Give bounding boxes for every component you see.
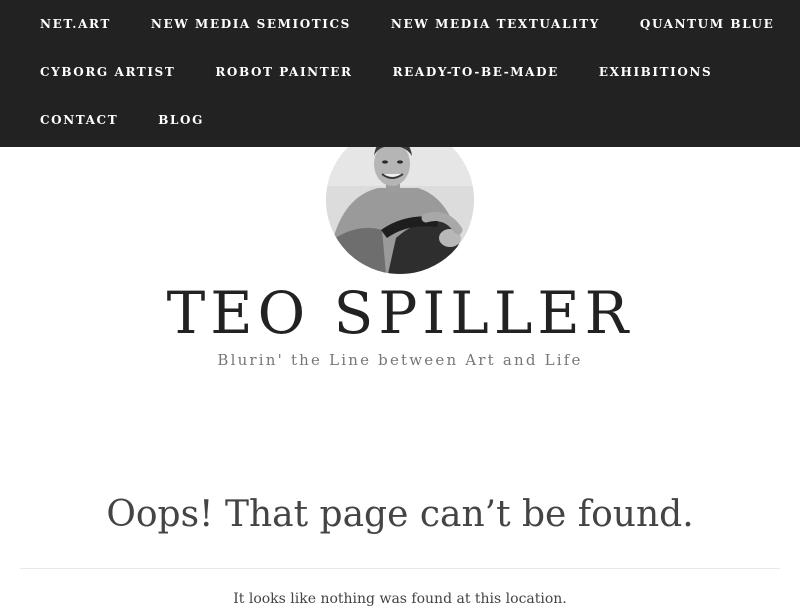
nav-item-quantum-blue[interactable]: QUANTUM BLUE: [620, 0, 794, 48]
error-message: It looks like nothing was found at this …: [233, 591, 567, 607]
nav-item-robot-painter[interactable]: ROBOT PAINTER: [195, 48, 372, 96]
nav-item-new-media-textuality[interactable]: NEW MEDIA TEXTUALITY: [371, 0, 620, 48]
avatar-portrait: [326, 126, 474, 274]
nav-item-exhibitions[interactable]: EXHIBITIONS: [579, 48, 732, 96]
nav-item-blog[interactable]: BLOG: [138, 96, 224, 144]
site-title[interactable]: TEO SPILLER: [0, 280, 800, 346]
nav-item-net-art[interactable]: NET.ART: [20, 0, 131, 48]
nav-item-cyborg-artist[interactable]: CYBORG ARTIST: [20, 48, 195, 96]
page-title: Oops! That page can’t be found.: [106, 494, 694, 535]
nav-menu: NET.ART NEW MEDIA SEMIOTICS NEW MEDIA TE…: [0, 0, 800, 144]
title-divider: [20, 568, 780, 569]
nav-item-contact[interactable]: CONTACT: [20, 96, 138, 144]
avatar[interactable]: [326, 126, 474, 274]
site-tagline: Blurin' the Line between Art and Life: [217, 351, 583, 369]
nav-item-new-media-semiotics[interactable]: NEW MEDIA SEMIOTICS: [131, 0, 371, 48]
main-navigation: NET.ART NEW MEDIA SEMIOTICS NEW MEDIA TE…: [0, 0, 800, 147]
nav-item-ready-to-be-made[interactable]: READY-TO-BE-MADE: [373, 48, 579, 96]
